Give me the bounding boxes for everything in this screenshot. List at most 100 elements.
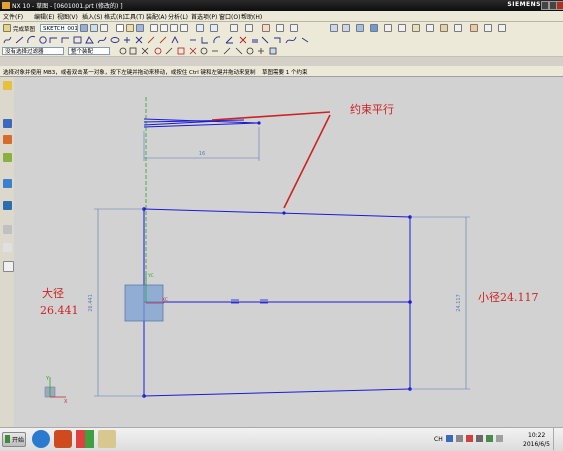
reuse-library-icon[interactable] xyxy=(3,135,12,144)
tray-sound-icon[interactable] xyxy=(456,435,463,442)
annotation-small-dia: 小径24.117 xyxy=(478,291,539,304)
menu-file[interactable]: 文件(F) xyxy=(3,12,23,21)
snap-tangent-icon xyxy=(235,47,243,55)
dim-right-value[interactable]: 24.117 xyxy=(456,294,462,312)
windows-logo-icon xyxy=(5,435,10,443)
studio-spline-icon xyxy=(97,36,107,44)
rectangle-icon xyxy=(73,36,82,44)
touch-mode-icon[interactable] xyxy=(262,24,270,32)
paste-icon[interactable] xyxy=(170,24,178,32)
menu-preferences[interactable]: 首选项(P) xyxy=(191,12,217,21)
clock-time[interactable]: 10:22 xyxy=(528,432,545,439)
assembly-scope-dropdown[interactable]: 整个装配 xyxy=(68,47,110,55)
selection-icon[interactable] xyxy=(426,24,434,32)
angular-dimension-icon xyxy=(225,36,233,44)
snap-vertex-icon xyxy=(269,47,277,55)
tray-network-icon[interactable] xyxy=(446,435,453,442)
hd3d-tools-icon[interactable] xyxy=(3,153,12,162)
profile-vertices[interactable] xyxy=(142,207,412,398)
show-desktop-button[interactable] xyxy=(553,428,563,450)
undo-icon[interactable] xyxy=(196,24,204,32)
redo-icon[interactable] xyxy=(210,24,218,32)
windows-apps-icon[interactable] xyxy=(76,430,94,448)
update-model-icon[interactable] xyxy=(100,24,108,32)
copy-icon[interactable] xyxy=(160,24,168,32)
menu-assembly[interactable]: 装配(A) xyxy=(146,12,167,21)
snap-bounded-icon xyxy=(223,47,231,55)
clock-date[interactable]: 2016/6/5 xyxy=(523,441,550,448)
top-sketch-endpoint[interactable] xyxy=(257,121,261,125)
tray-flag-icon[interactable] xyxy=(476,435,483,442)
sogou-app-icon[interactable] xyxy=(32,430,50,448)
edit-object-display-icon[interactable] xyxy=(440,24,448,32)
new-icon[interactable] xyxy=(116,24,124,32)
rotate-icon[interactable] xyxy=(356,24,364,32)
point-icon xyxy=(124,37,130,43)
measure-icon[interactable] xyxy=(454,24,462,32)
minimize-button[interactable] xyxy=(541,1,549,10)
profile-icon xyxy=(3,36,12,44)
show-hide-icon[interactable] xyxy=(412,24,420,32)
help-icon[interactable] xyxy=(290,24,298,32)
triad-x-label: X xyxy=(64,399,68,405)
open-icon[interactable] xyxy=(126,24,134,32)
taskbar: 开始 CH 10:22 2016/6/5 xyxy=(0,427,563,451)
selection-filter-dropdown[interactable]: 没有选择过滤器 xyxy=(2,47,64,55)
snap-arc-center-icon xyxy=(200,47,208,55)
settings-gear-icon[interactable] xyxy=(3,81,12,90)
view-triad-icon[interactable] xyxy=(384,24,392,32)
browser-app-icon[interactable] xyxy=(54,430,72,448)
prompt-text: 选择对象并使用 MB3，或者双击某一对象，按下左键并拖动来移动，或按住 Ctrl… xyxy=(3,70,256,76)
part-navigator-icon[interactable] xyxy=(3,119,12,128)
save-icon[interactable] xyxy=(136,24,144,32)
system-materials-icon[interactable] xyxy=(3,225,12,234)
nx-taskbar-icon[interactable] xyxy=(98,430,116,448)
menu-tools[interactable]: 工具(T) xyxy=(124,12,144,21)
shaded-view-icon[interactable] xyxy=(370,24,378,32)
dim-left-value[interactable]: 26.441 xyxy=(88,294,94,312)
top-sketch[interactable] xyxy=(143,118,260,128)
menu-analysis[interactable]: 分析(L) xyxy=(168,12,188,21)
close-button[interactable] xyxy=(556,1,563,10)
reattach-icon[interactable] xyxy=(90,24,98,32)
menu-bar: 文件(F) 编辑(E) 视图(V) 插入(S) 格式(R) 工具(T) 装配(A… xyxy=(0,11,563,22)
tray-security-icon[interactable] xyxy=(466,435,473,442)
orient-view-icon[interactable] xyxy=(80,24,88,32)
layer-icon[interactable] xyxy=(398,24,406,32)
snap-center-icon xyxy=(154,47,162,55)
window-icon[interactable] xyxy=(276,24,284,32)
menu-insert[interactable]: 插入(S) xyxy=(82,12,103,21)
history-icon[interactable] xyxy=(3,201,12,210)
sketch-name-field[interactable]: SKETCH_001 xyxy=(40,24,78,32)
fit-view-icon[interactable] xyxy=(330,24,338,32)
finish-sketch-icon[interactable] xyxy=(3,24,11,32)
snap-endpoint-icon xyxy=(119,47,127,55)
analysis-icon[interactable] xyxy=(470,24,478,32)
menu-help[interactable]: 帮助(H) xyxy=(241,12,262,21)
menu-format[interactable]: 格式(R) xyxy=(104,12,125,21)
tray-display-icon[interactable] xyxy=(496,435,503,442)
repeat-command-icon[interactable] xyxy=(230,24,238,32)
process-studio-icon[interactable] xyxy=(3,243,12,252)
roles-icon[interactable] xyxy=(3,261,14,272)
polygon-icon xyxy=(85,36,94,44)
snap-quadrant-icon xyxy=(177,47,185,55)
dim-top-value[interactable]: 16 xyxy=(199,151,205,157)
menu-window[interactable]: 窗口(O) xyxy=(219,12,240,21)
delete-icon[interactable] xyxy=(180,24,188,32)
cut-icon[interactable] xyxy=(150,24,158,32)
finish-sketch-label[interactable]: 完成草图 xyxy=(13,25,35,33)
arc-icon xyxy=(27,36,36,44)
web-browser-icon[interactable] xyxy=(3,179,12,188)
drafting-icon[interactable] xyxy=(484,24,492,32)
zoom-icon[interactable] xyxy=(342,24,350,32)
language-indicator[interactable]: CH xyxy=(434,436,443,443)
menu-view[interactable]: 视图(V) xyxy=(57,12,78,21)
preferences-icon[interactable] xyxy=(498,24,506,32)
find-command-icon[interactable] xyxy=(245,24,253,32)
tray-battery-icon[interactable] xyxy=(486,435,493,442)
menu-edit[interactable]: 编辑(E) xyxy=(34,12,54,21)
main-profile[interactable] xyxy=(143,208,411,397)
graphics-window[interactable]: 16 26.441 24.117 YC XC Y X 约束平行 大径 26.44… xyxy=(14,77,563,427)
start-button[interactable]: 开始 xyxy=(2,432,26,447)
